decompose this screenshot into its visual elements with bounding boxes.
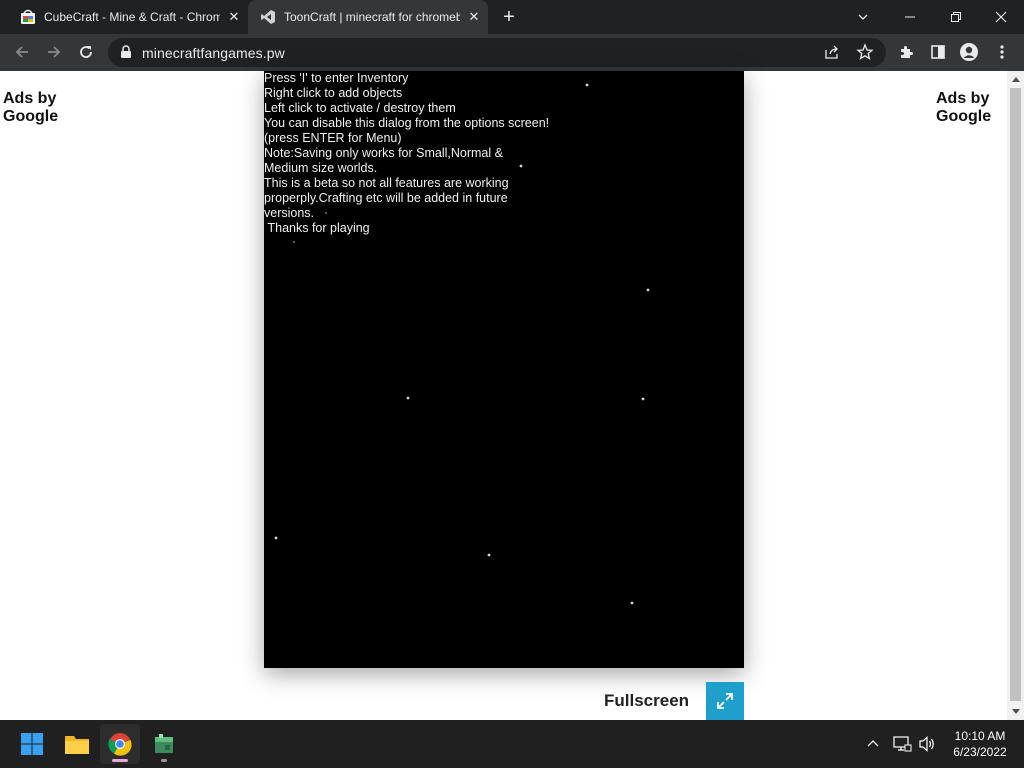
minecraft-icon xyxy=(155,734,173,753)
instruction-line: properply.Crafting etc will be added in … xyxy=(264,191,508,205)
restore-icon[interactable] xyxy=(933,0,979,34)
address-bar[interactable]: minecraftfangames.pw xyxy=(108,38,886,67)
chrome-taskbar-button[interactable] xyxy=(100,724,140,764)
file-explorer-button[interactable] xyxy=(57,724,97,764)
tab-search-icon[interactable] xyxy=(840,0,886,34)
close-tab-icon[interactable]: ✕ xyxy=(466,9,482,25)
url-text[interactable]: minecraftfangames.pw xyxy=(142,45,285,61)
lock-icon[interactable] xyxy=(118,44,134,60)
ads-label: Ads by Google xyxy=(936,90,992,125)
tab-tooncraft[interactable]: ToonCraft | minecraft for chromebook ✕ xyxy=(248,0,488,34)
clock-date: 6/23/2022 xyxy=(953,745,1007,759)
particle xyxy=(406,396,410,400)
folder-icon xyxy=(65,736,89,754)
profile-icon[interactable] xyxy=(955,38,983,66)
instruction-line: Left click to activate / destroy them xyxy=(264,101,456,115)
particle xyxy=(646,288,650,292)
game-instructions: Press 'I' to enter Inventory Right click… xyxy=(264,71,574,236)
tab-cubecraft[interactable]: CubeCraft - Mine & Craft - Chrome Web St… xyxy=(0,0,248,34)
ads-label: Ads by Google xyxy=(3,90,59,125)
particle xyxy=(292,240,296,244)
particle xyxy=(274,536,278,540)
instruction-line: (press ENTER for Menu) xyxy=(264,131,402,145)
instruction-line: versions. xyxy=(264,206,315,220)
back-icon[interactable] xyxy=(8,38,36,66)
more-menu-icon[interactable] xyxy=(988,38,1016,66)
close-tab-icon[interactable]: ✕ xyxy=(226,9,242,25)
network-icon[interactable] xyxy=(892,734,912,754)
active-indicator xyxy=(112,759,128,762)
new-tab-button[interactable]: + xyxy=(498,7,520,29)
ads-by-google-left[interactable]: Ads by Google xyxy=(3,90,58,126)
instruction-line: You can disable this dialog from the opt… xyxy=(264,116,550,130)
particle xyxy=(630,601,634,605)
share-icon[interactable] xyxy=(824,44,840,60)
web-page: Ads by Google Ads by Google Press 'I' to… xyxy=(0,71,1007,720)
bookmark-star-icon[interactable] xyxy=(856,43,874,61)
reload-icon[interactable] xyxy=(72,38,100,66)
scroll-down-arrow-icon[interactable] xyxy=(1007,704,1024,720)
expand-icon xyxy=(717,693,733,709)
tab-title: CubeCraft - Mine & Craft - Chrome Web St… xyxy=(44,10,220,24)
instruction-line: Note:Saving only works for Small,Normal … xyxy=(264,146,503,160)
close-window-icon[interactable] xyxy=(978,0,1024,34)
page-scrollbar[interactable] xyxy=(1007,71,1024,720)
instruction-line: Medium size worlds. xyxy=(264,161,378,175)
taskbar: 10:10 AM 6/23/2022 xyxy=(0,720,1024,768)
browser-toolbar: minecraftfangames.pw xyxy=(0,34,1024,71)
particle xyxy=(487,553,491,557)
forward-icon[interactable] xyxy=(40,38,68,66)
tab-title: ToonCraft | minecraft for chromebook xyxy=(284,10,460,24)
windows-icon xyxy=(21,733,43,755)
game-canvas[interactable]: Press 'I' to enter Inventory Right click… xyxy=(264,71,744,668)
instruction-line: Press 'I' to enter Inventory xyxy=(264,71,409,85)
side-panel-icon[interactable] xyxy=(924,38,952,66)
volume-icon[interactable] xyxy=(917,734,937,754)
system-clock[interactable]: 10:10 AM 6/23/2022 xyxy=(944,728,1016,760)
scrollbar-thumb[interactable] xyxy=(1010,88,1021,701)
show-hidden-icons-chevron-icon[interactable] xyxy=(864,734,882,752)
start-button[interactable] xyxy=(12,724,52,764)
vscode-icon xyxy=(260,9,276,25)
minimize-icon[interactable] xyxy=(887,0,933,34)
extensions-icon[interactable] xyxy=(892,38,920,66)
tab-strip: CubeCraft - Mine & Craft - Chrome Web St… xyxy=(0,0,1024,34)
particle xyxy=(585,83,589,87)
running-indicator xyxy=(161,759,167,762)
web-store-icon xyxy=(20,9,36,25)
chrome-icon xyxy=(108,733,132,756)
ads-by-google-right[interactable]: Ads by Google xyxy=(936,90,991,126)
scroll-up-arrow-icon[interactable] xyxy=(1007,71,1024,87)
instruction-line: Right click to add objects xyxy=(264,86,403,100)
instruction-line: Thanks for playing xyxy=(264,221,370,235)
instruction-line: This is a beta so not all features are w… xyxy=(264,176,509,190)
particle xyxy=(641,397,645,401)
minecraft-app-button[interactable] xyxy=(144,724,184,764)
fullscreen-button[interactable] xyxy=(706,682,744,720)
clock-time: 10:10 AM xyxy=(954,729,1006,743)
fullscreen-label: Fullscreen xyxy=(604,691,690,710)
